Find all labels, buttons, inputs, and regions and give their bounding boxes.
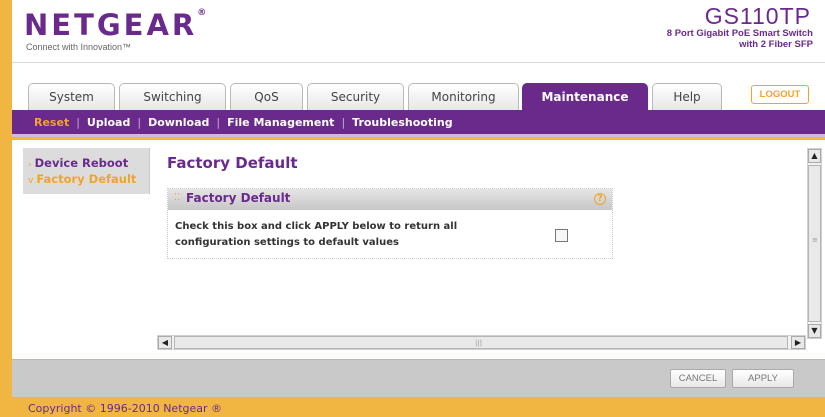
panel-header: ⁚⁚ Factory Default ?	[168, 189, 612, 210]
menu-item-factory-default[interactable]: v Factory Default	[28, 172, 136, 186]
tab-system[interactable]: System	[28, 83, 115, 111]
content-area: › Device Reboot v Factory Default Factory …	[12, 140, 825, 359]
header: NETGEAR® Connect with Innovation™ GS110T…	[12, 0, 825, 62]
apply-button[interactable]: APPLY	[732, 369, 794, 388]
vertical-scrollbar[interactable]: ▲ ≡ ▼	[807, 148, 822, 339]
horizontal-scroll-thumb[interactable]: |||	[174, 336, 788, 349]
subnav-separator: |	[341, 116, 346, 129]
panel-instructions: Check this box and click APPLY below to …	[175, 221, 458, 248]
logout-button[interactable]: LOGOUT	[751, 85, 809, 104]
subnav-separator: |	[216, 116, 221, 129]
grip-icon: ⁚⁚	[174, 192, 181, 203]
tab-security[interactable]: Security	[307, 83, 404, 111]
subnav-upload[interactable]: Upload	[87, 116, 130, 129]
tab-help[interactable]: Help	[652, 83, 722, 111]
tab-qos[interactable]: QoS	[230, 83, 303, 111]
tagline: Connect with Innovation™	[26, 42, 132, 52]
tab-switching[interactable]: Switching	[119, 83, 226, 111]
copyright: Copyright © 1996-2010 Netgear ®	[28, 402, 223, 415]
tab-monitoring[interactable]: Monitoring	[408, 83, 519, 111]
help-icon[interactable]: ?	[594, 193, 606, 205]
model-description: 8 Port Gigabit PoE Smart Switch with 2 F…	[666, 28, 813, 50]
chevron-down-icon: v	[28, 176, 34, 186]
chevron-right-icon: ›	[28, 160, 32, 170]
menu-item-device-reboot[interactable]: › Device Reboot	[28, 156, 128, 170]
subnav-troubleshooting[interactable]: Troubleshooting	[352, 116, 452, 129]
scroll-down-icon[interactable]: ▼	[808, 324, 821, 338]
factory-default-panel: ⁚⁚ Factory Default ? Check this box and …	[167, 188, 613, 259]
cancel-button[interactable]: CANCEL	[670, 369, 726, 388]
panel-title: Factory Default	[186, 191, 291, 205]
subnav-download[interactable]: Download	[148, 116, 209, 129]
model-name: GS110TP	[704, 3, 811, 29]
vertical-scroll-thumb[interactable]: ≡	[808, 165, 821, 322]
sub-navigation: Reset | Upload | Download | File Managem…	[12, 110, 825, 137]
subnav-reset[interactable]: Reset	[34, 116, 69, 129]
factory-default-checkbox[interactable]	[555, 229, 568, 242]
page-title: Factory Default	[167, 154, 298, 172]
scroll-up-icon[interactable]: ▲	[808, 149, 821, 163]
main-tab-bar: System Switching QoS Security Monitoring…	[12, 62, 825, 111]
netgear-logo: NETGEAR®	[24, 8, 207, 42]
left-menu: › Device Reboot v Factory Default	[23, 148, 150, 194]
scroll-right-icon[interactable]: ▶	[791, 336, 805, 349]
subnav-file-management[interactable]: File Management	[227, 116, 334, 129]
scroll-left-icon[interactable]: ◀	[158, 336, 172, 349]
horizontal-scrollbar[interactable]: ◀ ||| ▶	[157, 335, 806, 350]
button-bar: CANCEL APPLY	[12, 360, 825, 397]
grip-icon: |||	[475, 339, 483, 347]
grip-icon: ≡	[812, 236, 818, 244]
subnav-separator: |	[137, 116, 142, 129]
tab-maintenance[interactable]: Maintenance	[522, 83, 648, 111]
subnav-separator: |	[76, 116, 80, 129]
